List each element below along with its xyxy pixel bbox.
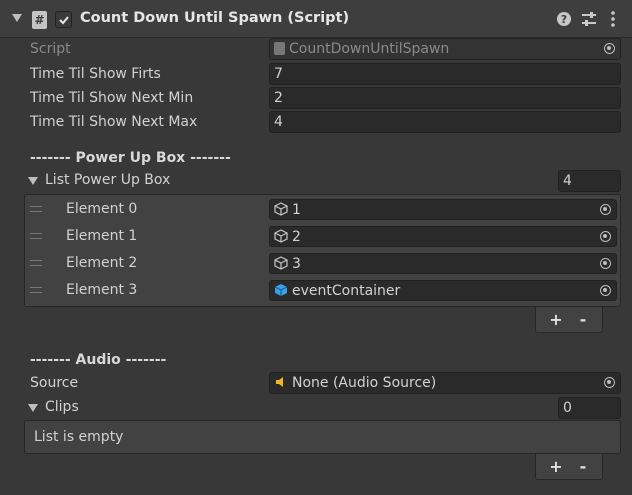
time-til-show-firts-label: Time Til Show Firts [30,66,161,82]
script-file-icon [274,42,285,55]
element-0-value: 1 [292,202,301,218]
element-label: Element 0 [66,201,138,217]
object-picker-icon[interactable] [604,377,615,388]
audio-source-field[interactable]: None (Audio Source) [269,372,621,394]
remove-clip-button[interactable]: - [573,458,593,476]
list-power-up-box-label[interactable]: List Power Up Box [45,172,170,188]
element-2-value: 3 [292,256,301,272]
element-1-field[interactable]: 2 [269,226,617,247]
add-clip-button[interactable]: + [546,458,566,476]
foldout-arrow-icon[interactable] [12,14,22,22]
script-value: CountDownUntilSpawn [289,41,450,57]
prefab-icon [274,202,288,216]
element-2-field[interactable]: 3 [269,253,617,274]
clips-label[interactable]: Clips [45,399,79,415]
time-til-show-next-min-input[interactable]: 2 [269,87,621,109]
drag-handle-icon[interactable] [30,260,42,266]
object-picker-icon[interactable] [600,258,611,269]
element-label: Element 1 [66,228,138,244]
element-3-value: eventContainer [292,283,401,299]
time-til-show-next-max-label: Time Til Show Next Max [30,114,198,130]
time-til-show-next-max-input[interactable]: 4 [269,111,621,133]
list-foldout-arrow-icon[interactable] [28,177,38,185]
element-1-value: 2 [292,229,301,245]
clips-list: List is empty [24,420,621,454]
clips-list-footer: + - [535,454,603,480]
prefab-icon [274,256,288,270]
time-til-show-firts-input[interactable]: 7 [269,63,621,85]
script-icon: # [32,11,47,29]
remove-element-button[interactable]: - [573,311,593,329]
drag-handle-icon[interactable] [30,206,42,212]
audio-header: ------- Audio ------- [30,352,167,368]
context-menu-icon[interactable] [604,10,622,28]
prefab-icon [274,229,288,243]
clips-foldout-arrow-icon[interactable] [28,404,38,412]
object-picker-icon [604,43,615,54]
power-up-box-header: ------- Power Up Box ------- [30,150,231,166]
help-icon[interactable]: ? [555,10,573,28]
script-label: Script [30,41,71,57]
prefab-blue-icon [274,284,288,296]
time-til-show-next-min-label: Time Til Show Next Min [30,90,194,106]
checkmark-icon [59,16,69,25]
element-0-field[interactable]: 1 [269,199,617,220]
audio-source-icon [276,377,283,387]
audio-source-value: None (Audio Source) [292,375,437,391]
list-footer: + - [535,307,603,333]
element-3-field[interactable]: eventContainer [269,280,617,301]
object-picker-icon[interactable] [600,204,611,215]
source-label: Source [30,375,79,391]
enabled-checkbox[interactable] [55,11,72,28]
script-field: CountDownUntilSpawn [269,38,621,60]
element-label: Element 2 [66,255,138,271]
svg-text:?: ? [561,13,567,26]
presets-icon[interactable] [580,10,598,28]
list-empty-text: List is empty [34,429,124,445]
list-power-up-box-size-input[interactable]: 4 [558,170,621,192]
clips-size-input[interactable]: 0 [558,397,621,419]
add-element-button[interactable]: + [546,311,566,329]
object-picker-icon[interactable] [600,285,611,296]
object-picker-icon[interactable] [600,231,611,242]
element-label: Element 3 [66,282,138,298]
drag-handle-icon[interactable] [30,287,42,293]
drag-handle-icon[interactable] [30,233,42,239]
component-title: Count Down Until Spawn (Script) [80,10,350,26]
